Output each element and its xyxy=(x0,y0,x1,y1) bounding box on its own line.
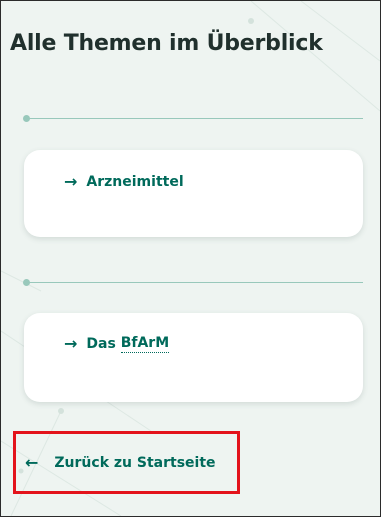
page-title: Alle Themen im Überblick xyxy=(10,31,323,56)
topics-panel: Alle Themen im Überblick → Arzneimittel … xyxy=(0,0,381,517)
das-bfarm-link[interactable]: → Das BfArM xyxy=(64,334,170,353)
topic-card-bfarm[interactable]: → Das BfArM xyxy=(24,313,363,402)
das-bfarm-link-label: Das xyxy=(86,336,121,352)
arzneimittel-link-label: Arzneimittel xyxy=(86,174,184,190)
bfarm-abbreviation[interactable]: BfArM xyxy=(120,335,170,353)
arrow-right-icon: → xyxy=(64,334,78,353)
arrow-right-icon: → xyxy=(64,172,78,191)
divider-dot xyxy=(23,279,30,286)
back-to-start-label: Zurück zu Startseite xyxy=(54,454,216,471)
arrow-left-icon: ← xyxy=(25,452,39,472)
arzneimittel-link[interactable]: → Arzneimittel xyxy=(64,172,184,191)
section-divider xyxy=(23,115,363,122)
back-to-start-link[interactable]: ← Zurück zu Startseite xyxy=(13,431,240,494)
topic-card-arzneimittel[interactable]: → Arzneimittel xyxy=(24,150,363,237)
divider-dot xyxy=(23,115,30,122)
section-divider xyxy=(23,279,363,286)
